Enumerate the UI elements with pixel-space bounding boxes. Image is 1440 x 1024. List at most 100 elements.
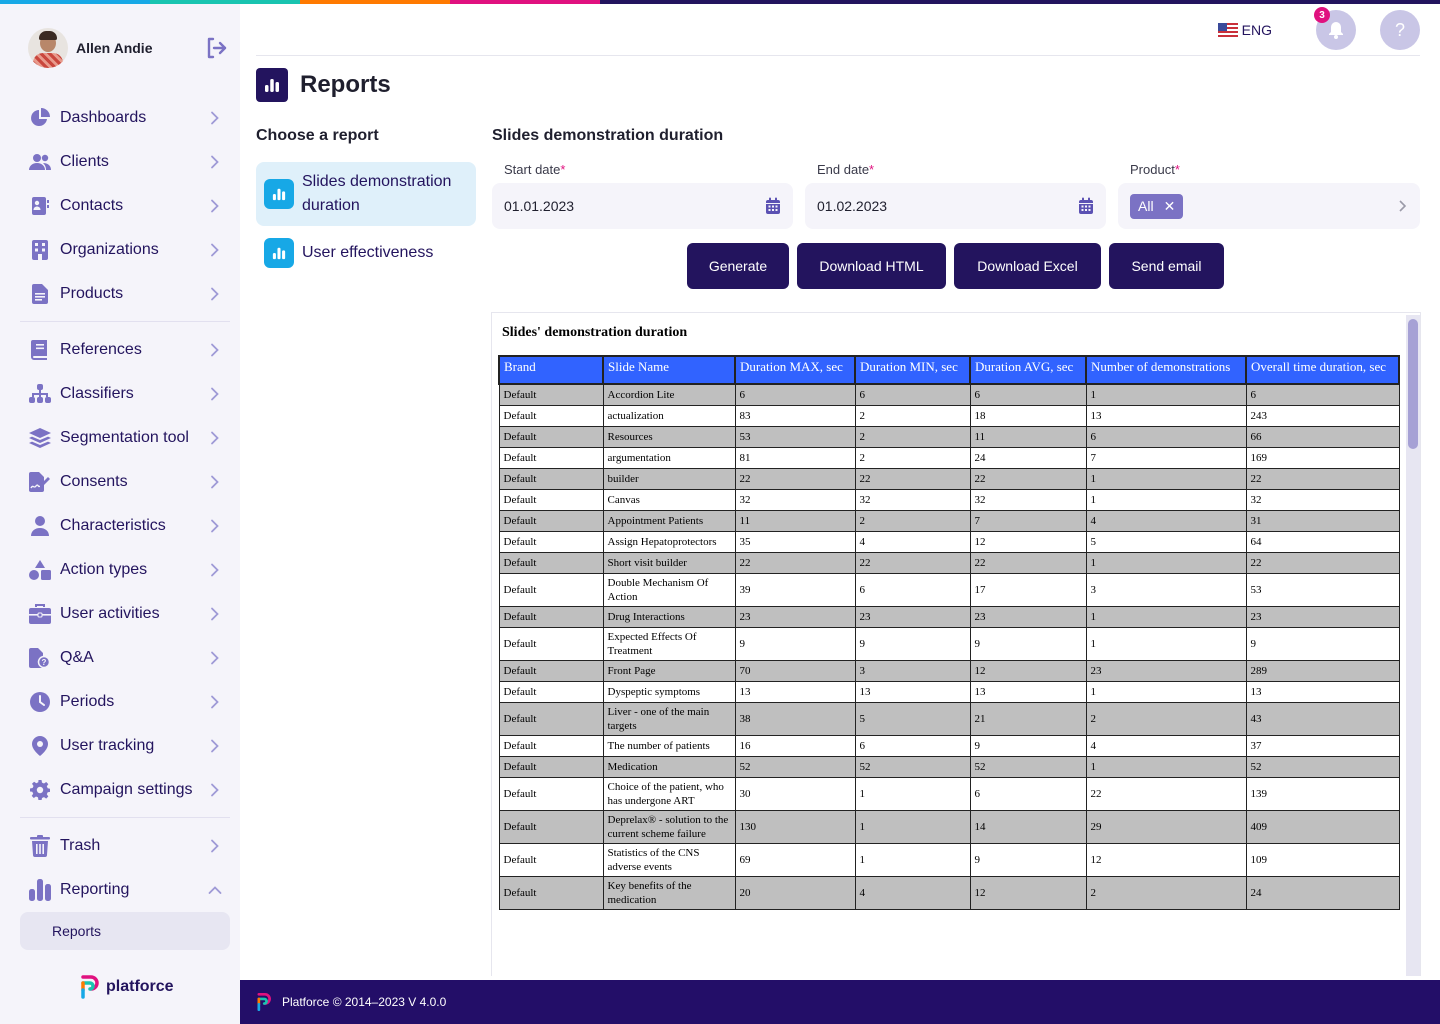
table-cell: 12 [969,530,1087,553]
table-row: Default Resources 53 2 11 6 66 [498,425,1400,448]
calendar-icon[interactable] [1078,197,1094,215]
table-cell: 30 [734,776,856,811]
report-item-user-effectiveness[interactable]: User effectiveness [256,230,476,276]
table-cell: 22 [734,551,856,574]
sidebar-item-consents[interactable]: Consents [20,460,230,504]
table-cell: Choice of the patient, who has undergone… [602,776,736,811]
chevron-right-icon[interactable] [1398,199,1408,213]
start-date-input[interactable]: 01.01.2023 [492,183,793,229]
table-cell: Drug Interactions [602,605,736,628]
table-cell: Default [498,446,604,469]
table-cell: 39 [734,572,856,607]
table-cell: 9 [969,626,1087,661]
table-cell: 6 [854,383,971,406]
sidebar-item-label: Products [60,285,124,302]
chevron-right-icon [211,475,219,489]
sidebar-subitem-reports[interactable]: Reports [20,912,230,950]
logout-icon[interactable] [204,36,228,60]
chevron-right-icon [211,839,219,853]
sidebar-item-classifiers[interactable]: Classifiers [20,372,230,416]
notifications-button[interactable]: 3 [1314,7,1356,50]
book-icon [28,338,52,362]
end-date-input[interactable]: 01.02.2023 [805,183,1106,229]
sidebar-item-label: Characteristics [60,517,166,534]
table-cell: Default [498,659,604,682]
table-cell: Default [498,551,604,574]
table-cell: 12 [969,659,1087,682]
sidebar-item-action-types[interactable]: Action types [20,548,230,592]
table-cell: 2 [854,404,971,427]
column-header: Brand [498,355,604,385]
table-cell: 9 [854,626,971,661]
chevron-right-icon [211,111,219,125]
table-cell: 169 [1245,446,1400,469]
sidebar-item-references[interactable]: References [20,328,230,372]
sidebar-item-products[interactable]: Products [20,272,230,316]
remove-chip-icon[interactable]: ✕ [1164,198,1176,215]
chevron-right-icon [211,431,219,445]
report-item-label: Slides demonstration duration [302,173,452,214]
sidebar-item-segmentation-tool[interactable]: Segmentation tool [20,416,230,460]
us-flag-icon [1217,23,1238,37]
sidebar-item-user-tracking[interactable]: User tracking [20,724,230,768]
table-cell: Deprelax® - solution to the current sche… [602,809,736,844]
column-header: Duration MIN, sec [854,355,971,385]
bar-chart-icon [28,878,52,902]
footer-copyright: Platforce © 2014–2023 V 4.0.0 [282,995,447,1009]
table-cell: 139 [1245,776,1400,811]
table-cell: 6 [1085,425,1247,448]
sidebar-item-periods[interactable]: Periods [20,680,230,724]
table-cell: Default [498,572,604,607]
table-cell: 2 [854,446,971,469]
sidebar-item-label: Clients [60,153,109,170]
avatar[interactable] [28,28,68,68]
download-html-button[interactable]: Download HTML [797,243,946,289]
chevron-right-icon [211,199,219,213]
product-select[interactable]: All ✕ [1118,183,1420,229]
scrollbar-thumb[interactable] [1408,319,1418,449]
calendar-icon[interactable] [765,197,781,215]
table-cell: 53 [734,425,856,448]
sidebar-item-q-a[interactable]: ? Q&A [20,636,230,680]
table-cell: 22 [969,467,1087,490]
table-row: Default Medication 52 52 52 1 52 [498,755,1400,778]
sidebar-item-dashboards[interactable]: Dashboards [20,96,230,140]
sidebar-item-clients[interactable]: Clients [20,140,230,184]
sidebar-nav: Dashboards Clients Contacts Organizations Pr… [20,96,230,950]
table-row: Default Liver - one of the main targets 38… [498,701,1400,736]
language-selector[interactable]: ENG [1217,22,1272,38]
sidebar-item-campaign-settings[interactable]: Campaign settings [20,768,230,812]
chevron-right-icon [211,739,219,753]
sidebar-item-reporting[interactable]: Reporting [20,868,230,912]
report-item-slides-demonstration-duration[interactable]: Slides demonstration duration [256,162,476,226]
table-cell: 6 [1245,383,1400,406]
main-content: ENG 3 ? Reports Choose a report Slides d… [240,4,1440,976]
generate-button[interactable]: Generate [687,243,789,289]
sidebar-item-organizations[interactable]: Organizations [20,228,230,272]
sidebar-item-label: Trash [60,837,101,854]
sidebar-item-trash[interactable]: Trash [20,824,230,868]
table-cell: 2 [854,425,971,448]
table-cell: Double Mechanism Of Action [602,572,736,607]
chevron-right-icon [211,651,219,665]
sidebar-item-characteristics[interactable]: Characteristics [20,504,230,548]
table-cell: Default [498,425,604,448]
svg-text:?: ? [42,658,47,667]
sidebar-item-contacts[interactable]: Contacts [20,184,230,228]
table-cell: 18 [969,404,1087,427]
bar-chart-icon [264,238,294,268]
table-row: Default Drug Interactions 23 23 23 1 23 [498,605,1400,628]
table-cell: 12 [969,875,1087,910]
table-cell: 1 [1085,626,1247,661]
help-button[interactable]: ? [1380,10,1420,50]
sidebar-item-user-activities[interactable]: User activities [20,592,230,636]
table-cell: 1 [854,842,971,877]
send-email-button[interactable]: Send email [1109,243,1224,289]
table-cell: Default [498,755,604,778]
download-excel-button[interactable]: Download Excel [954,243,1101,289]
table-cell: 130 [734,809,856,844]
report-list: Slides demonstration duration User effec… [256,162,476,280]
table-cell: 6 [734,383,856,406]
table-cell: Default [498,734,604,757]
report-scrollbar[interactable] [1406,315,1420,976]
